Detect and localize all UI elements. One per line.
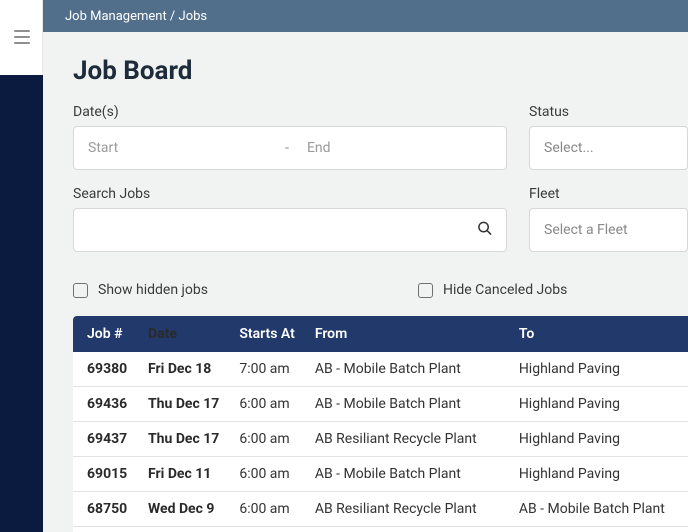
table-row[interactable]: 68750Wed Dec 96:00 amAB Resiliant Recycl… (73, 492, 688, 527)
cell-to: Highland Paving (509, 422, 688, 457)
cell-date: Fri Dec 11 (138, 457, 229, 492)
cell-date: Thu Dec 17 (138, 387, 229, 422)
breadcrumb-bar: Job Management / Jobs (43, 0, 688, 32)
checkbox-icon (418, 283, 433, 298)
fleet-select[interactable]: Select a Fleet (529, 208, 688, 252)
main-content: Job Board Date(s) Start - End Status Sel… (43, 32, 688, 532)
cell-from: AB - Mobile Batch Plant (305, 457, 509, 492)
cell-from: AB Resiliant Recycle Plant (305, 492, 509, 527)
col-header-starts[interactable]: Starts At (229, 316, 304, 352)
cell-date: Fri Dec 18 (138, 352, 229, 387)
table-row[interactable]: 69436Thu Dec 176:00 amAB - Mobile Batch … (73, 387, 688, 422)
table-row[interactable]: 68086Thu Dec 36:00 amAB - Mobile Batch P… (73, 527, 688, 532)
cell-starts: 6:00 am (229, 422, 304, 457)
breadcrumb: Job Management / Jobs (65, 9, 207, 24)
cell-from: AB - Mobile Batch Plant (305, 527, 509, 532)
col-header-job[interactable]: Job # (73, 316, 138, 352)
status-label: Status (529, 104, 688, 120)
search-icon[interactable] (477, 221, 492, 240)
table-row[interactable]: 69437Thu Dec 176:00 amAB Resiliant Recyc… (73, 422, 688, 457)
page-title: Job Board (73, 56, 688, 86)
show-hidden-jobs-checkbox[interactable]: Show hidden jobs (73, 282, 208, 298)
search-label: Search Jobs (73, 186, 507, 202)
cell-from: AB - Mobile Batch Plant (305, 387, 509, 422)
cell-date: Thu Dec 3 (138, 527, 229, 532)
cell-from: AB Resiliant Recycle Plant (305, 422, 509, 457)
show-hidden-label: Show hidden jobs (98, 282, 208, 298)
search-input[interactable] (73, 208, 507, 252)
cell-to: Highland Paving (509, 352, 688, 387)
cell-from: AB - Mobile Batch Plant (305, 352, 509, 387)
hide-cancelled-label: Hide Canceled Jobs (443, 282, 567, 298)
cell-job[interactable]: 69436 (73, 387, 138, 422)
cell-to: AB - Mobile Batch Plant (509, 492, 688, 527)
cell-job[interactable]: 69437 (73, 422, 138, 457)
date-range-input[interactable]: Start - End (73, 126, 507, 170)
cell-job[interactable]: 69380 (73, 352, 138, 387)
cell-starts: 6:00 am (229, 492, 304, 527)
cell-date: Wed Dec 9 (138, 492, 229, 527)
cell-job[interactable]: 68086 (73, 527, 138, 532)
jobs-table-wrap: Job # Date Starts At From To 69380Fri De… (73, 316, 688, 532)
cell-date: Thu Dec 17 (138, 422, 229, 457)
cell-to: Highland Paving (509, 457, 688, 492)
status-placeholder: Select... (544, 140, 594, 156)
cell-to: Highland Paving (509, 527, 688, 532)
date-range-separator: - (285, 140, 289, 156)
col-header-from[interactable]: From (305, 316, 509, 352)
cell-starts: 7:00 am (229, 352, 304, 387)
dates-label: Date(s) (73, 104, 507, 120)
cell-starts: 6:00 am (229, 457, 304, 492)
checkbox-icon (73, 283, 88, 298)
table-row[interactable]: 69015Fri Dec 116:00 amAB - Mobile Batch … (73, 457, 688, 492)
col-header-to[interactable]: To (509, 316, 688, 352)
table-row[interactable]: 69380Fri Dec 187:00 amAB - Mobile Batch … (73, 352, 688, 387)
cell-starts: 6:00 am (229, 527, 304, 532)
fleet-label: Fleet (529, 186, 688, 202)
date-end-placeholder: End (301, 140, 492, 156)
sidebar-dark (0, 75, 43, 532)
cell-job[interactable]: 69015 (73, 457, 138, 492)
cell-to: Highland Paving (509, 387, 688, 422)
jobs-table: Job # Date Starts At From To 69380Fri De… (73, 316, 688, 532)
cell-job[interactable]: 68750 (73, 492, 138, 527)
status-select[interactable]: Select... (529, 126, 688, 170)
hide-cancelled-jobs-checkbox[interactable]: Hide Canceled Jobs (418, 282, 567, 298)
menu-toggle-button[interactable] (14, 30, 30, 44)
fleet-placeholder: Select a Fleet (544, 222, 628, 238)
date-start-placeholder: Start (88, 140, 273, 156)
col-header-date[interactable]: Date (138, 316, 229, 352)
cell-starts: 6:00 am (229, 387, 304, 422)
